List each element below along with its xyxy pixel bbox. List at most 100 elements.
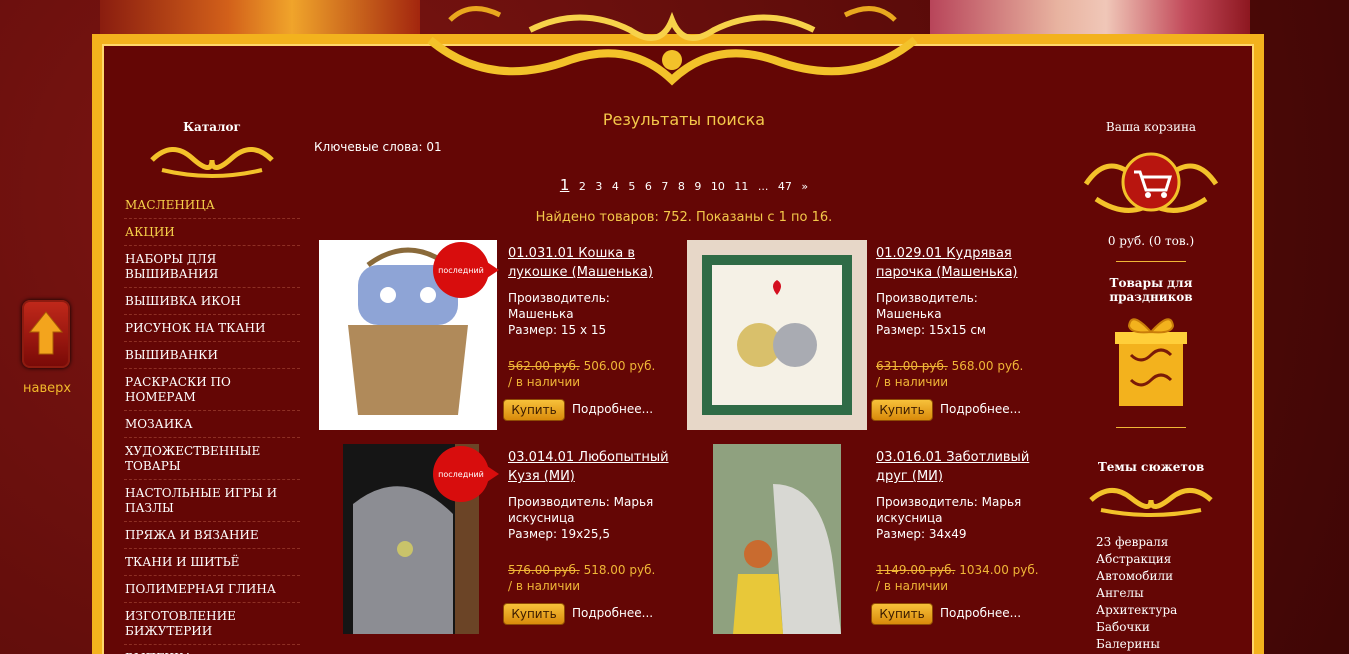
themes-list: 23 февраля Абстракция Автомобили Ангелы … — [1096, 534, 1236, 653]
product-price: 562.00 руб. 506.00 руб. / в наличии — [508, 358, 678, 390]
scroll-top-button[interactable] — [22, 300, 70, 368]
category-item[interactable]: МАСЛЕНИЦА — [124, 192, 300, 219]
product-size: Размер: 15 х 15 — [508, 323, 607, 337]
page-link[interactable]: 6 — [645, 180, 652, 193]
product-meta: Производитель: Марья искусница Размер: 1… — [508, 494, 673, 542]
catalog-title: Каталог — [183, 120, 241, 134]
stock-status: / в наличии — [508, 579, 581, 593]
page-ellipsis: ... — [757, 180, 769, 193]
pagination: 1 2 3 4 5 6 7 8 9 10 11 ... 47 » — [314, 176, 1054, 194]
page-link[interactable]: 9 — [694, 180, 701, 193]
left-sidebar: Каталог МАСЛЕНИЦА АКЦИИ НАБОРЫ ДЛЯ ВЫШИВ… — [124, 120, 300, 654]
category-item[interactable]: ТКАНИ И ШИТЬЁ — [124, 549, 300, 576]
right-sidebar: Ваша корзина 0 руб. (0 тов.) Товары для … — [1066, 120, 1236, 653]
page-link[interactable]: 2 — [579, 180, 586, 193]
product-image[interactable] — [687, 444, 867, 634]
product-title[interactable]: 03.014.01 Любопытный Кузя (МИ) — [508, 448, 676, 486]
product-image[interactable] — [687, 240, 867, 430]
details-link[interactable]: Подробнее... — [940, 606, 1021, 620]
last-item-badge: последний — [433, 242, 499, 298]
main-content: Результаты поиска Ключевые слова: 01 1 2… — [314, 110, 1054, 233]
page-link[interactable]: 8 — [678, 180, 685, 193]
badge-text: последний — [438, 470, 484, 479]
category-item[interactable]: ВЫШИВАНКИ — [124, 342, 300, 369]
product-maker: Производитель: Машенька — [508, 291, 610, 321]
theme-item[interactable]: 23 февраля — [1096, 534, 1236, 551]
theme-item[interactable]: Архитектура — [1096, 602, 1236, 619]
product-meta: Производитель: Машенька Размер: 15х15 см — [876, 290, 1041, 338]
cart-summary[interactable]: 0 руб. (0 тов.) — [1066, 234, 1236, 248]
category-item[interactable]: ВЫПЕЧКА — [124, 645, 300, 654]
price: 506.00 руб. — [583, 359, 656, 373]
category-item[interactable]: РИСУНОК НА ТКАНИ — [124, 315, 300, 342]
product-maker: Производитель: Марья искусница — [508, 495, 654, 525]
theme-item[interactable]: Автомобили — [1096, 568, 1236, 585]
product-size: Размер: 15х15 см — [876, 323, 986, 337]
product-size: Размер: 19х25,5 — [508, 527, 610, 541]
details-link[interactable]: Подробнее... — [572, 402, 653, 416]
category-item[interactable]: ХУДОЖЕСТВЕННЫЕ ТОВАРЫ — [124, 438, 300, 480]
product-price: 576.00 руб. 518.00 руб. / в наличии — [508, 562, 678, 594]
price: 518.00 руб. — [583, 563, 656, 577]
category-item[interactable]: АКЦИИ — [124, 219, 300, 246]
arrow-up-icon — [28, 311, 64, 355]
product-maker: Производитель: Машенька — [876, 291, 978, 321]
category-item[interactable]: ПОЛИМЕРНАЯ ГЛИНА — [124, 576, 300, 603]
category-item[interactable]: НАСТОЛЬНЫЕ ИГРЫ И ПАЗЛЫ — [124, 480, 300, 522]
buy-button[interactable]: Купить — [503, 399, 565, 421]
girl-horse-image — [713, 444, 841, 634]
gift-icon[interactable] — [1111, 310, 1191, 410]
old-price: 562.00 руб. — [508, 359, 580, 373]
results-count: Найдено товаров: 752. Показаны с 1 по 16… — [535, 210, 833, 225]
category-item[interactable]: НАБОРЫ ДЛЯ ВЫШИВАНИЯ — [124, 246, 300, 288]
price: 1034.00 руб. — [959, 563, 1039, 577]
page-title: Результаты поиска — [602, 110, 766, 129]
product-title[interactable]: 01.029.01 Кудрявая парочка (Машенька) — [876, 244, 1044, 282]
badge-text: последний — [438, 266, 484, 275]
buy-button[interactable]: Купить — [503, 603, 565, 625]
product-card: 01.029.01 Кудрявая парочка (Машенька) Пр… — [687, 240, 1047, 440]
product-maker: Производитель: Марья искусница — [876, 495, 1022, 525]
theme-item[interactable]: Балерины — [1096, 636, 1236, 653]
page-link-current[interactable]: 1 — [560, 176, 570, 194]
theme-item[interactable]: Ангелы — [1096, 585, 1236, 602]
product-card: последний 03.014.01 Любопытный Кузя (МИ)… — [319, 444, 679, 644]
page-link[interactable]: 4 — [612, 180, 619, 193]
page-link[interactable]: 47 — [778, 180, 792, 193]
divider — [1116, 261, 1186, 262]
page-link[interactable]: 10 — [711, 180, 725, 193]
page-link[interactable]: 3 — [595, 180, 602, 193]
swirl-ornament-icon — [150, 147, 274, 178]
category-item[interactable]: ИЗГОТОВЛЕНИЕ БИЖУТЕРИИ — [124, 603, 300, 645]
old-price: 1149.00 руб. — [876, 563, 956, 577]
product-title[interactable]: 03.016.01 Заботливый друг (МИ) — [876, 448, 1044, 486]
stock-status: / в наличии — [508, 375, 581, 389]
product-price: 1149.00 руб. 1034.00 руб. / в наличии — [876, 562, 1046, 594]
scroll-top-label[interactable]: наверх — [23, 381, 71, 396]
page-link[interactable]: 5 — [628, 180, 635, 193]
cart-icon[interactable] — [1076, 144, 1226, 224]
buy-button[interactable]: Купить — [871, 399, 933, 421]
product-meta: Производитель: Машенька Размер: 15 х 15 — [508, 290, 673, 338]
stock-status: / в наличии — [876, 375, 949, 389]
details-link[interactable]: Подробнее... — [572, 606, 653, 620]
product-card: 03.016.01 Заботливый друг (МИ) Производи… — [687, 444, 1047, 644]
product-title[interactable]: 01.031.01 Кошка в лукошке (Машенька) — [508, 244, 676, 282]
category-item[interactable]: МОЗАИКА — [124, 411, 300, 438]
product-card: последний 01.031.01 Кошка в лукошке (Маш… — [319, 240, 679, 440]
details-link[interactable]: Подробнее... — [940, 402, 1021, 416]
theme-item[interactable]: Бабочки — [1096, 619, 1236, 636]
themes-title: Темы сюжетов — [1097, 460, 1205, 474]
category-item[interactable]: ПРЯЖА И ВЯЗАНИЕ — [124, 522, 300, 549]
theme-item[interactable]: Абстракция — [1096, 551, 1236, 568]
product-price: 631.00 руб. 568.00 руб. / в наличии — [876, 358, 1046, 390]
category-item[interactable]: ВЫШИВКА ИКОН — [124, 288, 300, 315]
page-next-link[interactable]: » — [801, 180, 808, 193]
page-link[interactable]: 7 — [661, 180, 668, 193]
holiday-title[interactable]: Товары для праздников — [1066, 276, 1236, 304]
category-item[interactable]: РАСКРАСКИ ПО НОМЕРАМ — [124, 369, 300, 411]
buy-button[interactable]: Купить — [871, 603, 933, 625]
sheep-couple-image — [702, 255, 852, 415]
page-link[interactable]: 11 — [734, 180, 748, 193]
swirl-ornament-icon — [1089, 488, 1213, 517]
